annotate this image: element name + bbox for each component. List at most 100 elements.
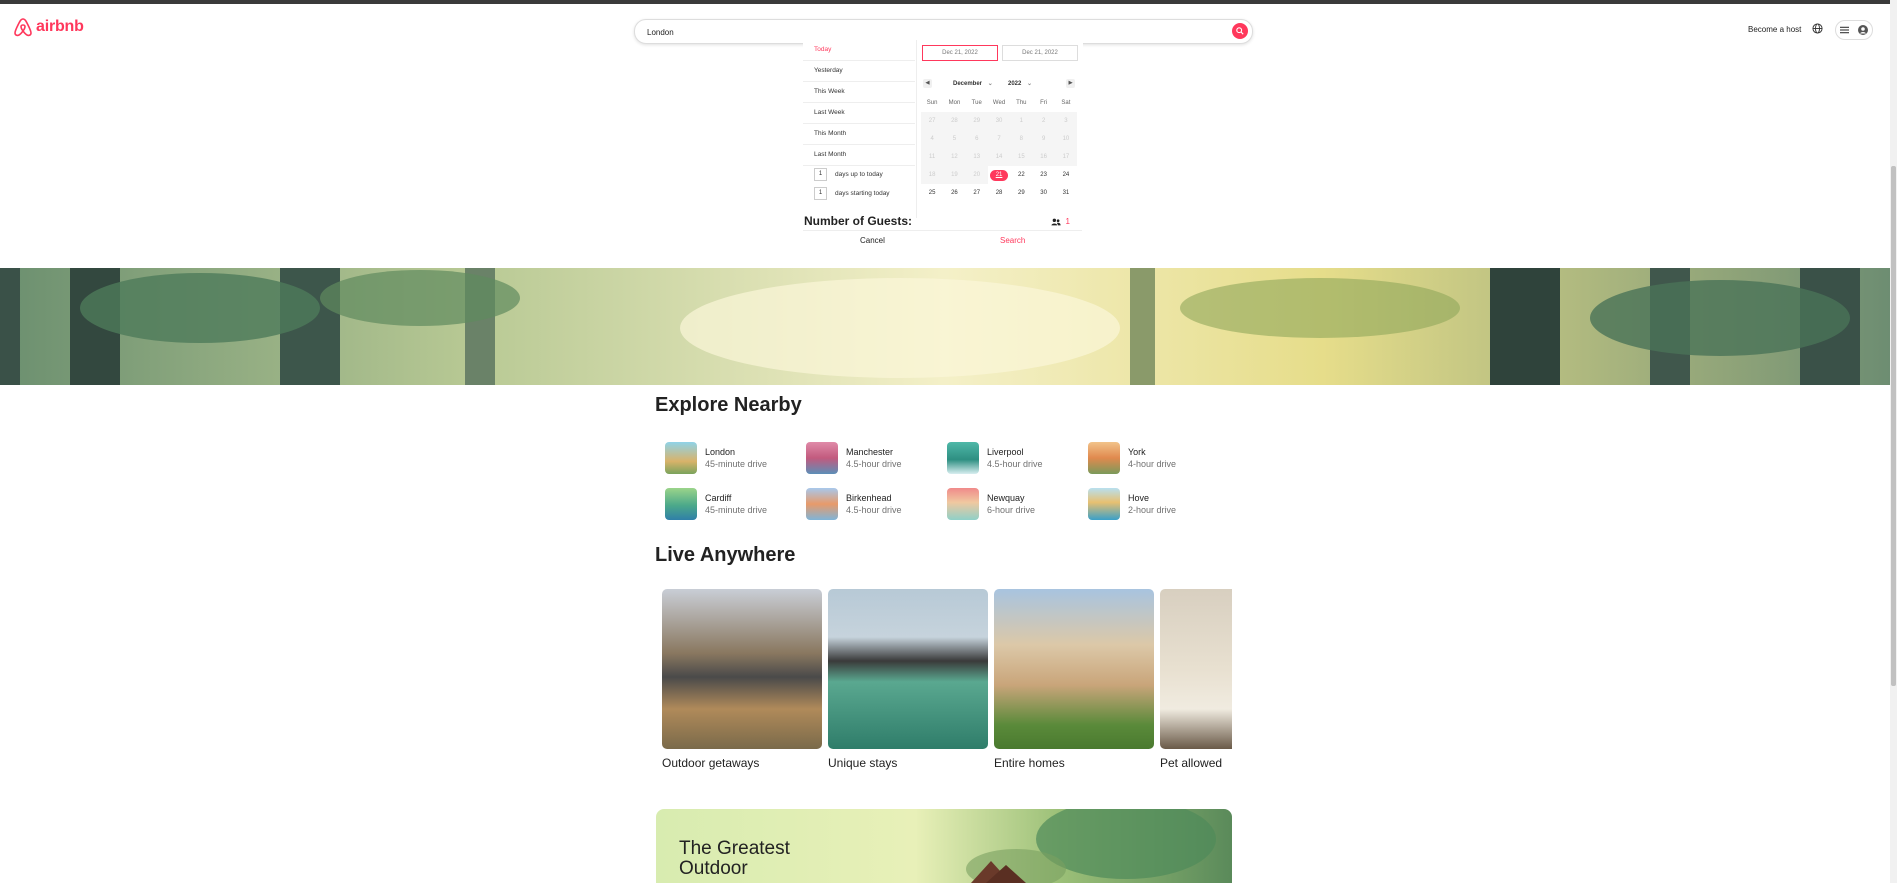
- calendar-day-selected[interactable]: 21: [988, 166, 1010, 184]
- place-thumbnail: [806, 488, 838, 520]
- category-label: Pet allowed: [1160, 756, 1223, 770]
- calendar-day[interactable]: 28: [988, 184, 1010, 202]
- weekday: Wed: [992, 100, 1006, 106]
- nearby-place[interactable]: Liverpool 4.5-hour drive: [947, 442, 1043, 474]
- days-start-input[interactable]: 1: [814, 187, 827, 200]
- category-card[interactable]: Entire homes: [994, 589, 1154, 770]
- category-card[interactable]: Pet allowed: [1160, 589, 1232, 770]
- place-thumbnail: [1088, 442, 1120, 474]
- range-yesterday[interactable]: Yesterday: [803, 61, 915, 82]
- cancel-button[interactable]: Cancel: [860, 236, 885, 245]
- range-last-month[interactable]: Last Month: [803, 145, 915, 166]
- search-input[interactable]: [645, 23, 1209, 41]
- guests-selector[interactable]: 1: [1050, 217, 1070, 226]
- place-distance: 45-minute drive: [705, 505, 768, 515]
- calendar-day[interactable]: 6: [965, 130, 988, 148]
- calendar-day[interactable]: 23: [1032, 166, 1054, 184]
- globe-icon[interactable]: [1812, 23, 1823, 34]
- calendar-day[interactable]: 8: [1010, 130, 1033, 148]
- calendar-day[interactable]: 12: [943, 148, 966, 166]
- days-up-to-today-row: 1 days up to today: [814, 168, 883, 181]
- nearby-place[interactable]: Birkenhead 4.5-hour drive: [806, 488, 902, 520]
- calendar-day[interactable]: 30: [987, 112, 1011, 130]
- calendar-day[interactable]: 9: [1032, 130, 1055, 148]
- category-card[interactable]: Unique stays: [828, 589, 988, 770]
- nearby-place[interactable]: Hove 2-hour drive: [1088, 488, 1176, 520]
- nearby-place[interactable]: Cardiff 45-minute drive: [665, 488, 767, 520]
- calendar-day[interactable]: 18: [921, 166, 944, 184]
- range-this-month[interactable]: This Month: [803, 124, 915, 145]
- calendar-day[interactable]: 19: [943, 166, 966, 184]
- year-select[interactable]: 2022 ⌄: [1008, 80, 1032, 87]
- days-up-input[interactable]: 1: [814, 168, 827, 181]
- place-distance: 45-minute drive: [705, 459, 768, 469]
- nearby-place[interactable]: London 45-minute drive: [665, 442, 767, 474]
- calendar-day[interactable]: 29: [1010, 184, 1032, 202]
- calendar-day[interactable]: 16: [1032, 148, 1055, 166]
- become-host-link[interactable]: Become a host: [1748, 25, 1801, 34]
- scrollbar-thumb[interactable]: [1891, 166, 1896, 686]
- calendar-day[interactable]: 27: [921, 112, 944, 130]
- search-button[interactable]: [1232, 23, 1248, 39]
- weekday: Thu: [1016, 100, 1027, 106]
- calendar-day[interactable]: 17: [1054, 148, 1078, 166]
- page-scrollbar[interactable]: [1890, 0, 1897, 883]
- range-last-week[interactable]: Last Week: [803, 103, 915, 124]
- place-name: London: [705, 447, 736, 457]
- month-select[interactable]: December ⌄: [953, 80, 993, 87]
- calendar-day[interactable]: 26: [943, 184, 965, 202]
- search-submit-button[interactable]: Search: [1000, 236, 1025, 245]
- calendar-day[interactable]: 3: [1054, 112, 1078, 130]
- calendar-day[interactable]: 29: [965, 112, 988, 130]
- banner-title: The Greatest Outdoor: [679, 838, 790, 879]
- category-label: Entire homes: [994, 756, 1065, 770]
- start-date-input[interactable]: Dec 21, 2022: [922, 45, 998, 61]
- weekday: Mon: [948, 100, 961, 106]
- search-icon: [1236, 27, 1244, 35]
- calendar-day[interactable]: 25: [921, 184, 943, 202]
- range-today[interactable]: Today: [803, 40, 915, 61]
- category-image: [828, 589, 988, 749]
- calendar-day[interactable]: 15: [1010, 148, 1033, 166]
- nearby-place[interactable]: York 4-hour drive: [1088, 442, 1176, 474]
- category-card[interactable]: Outdoor getaways: [662, 589, 822, 770]
- nearby-place[interactable]: Newquay 6-hour drive: [947, 488, 1035, 520]
- range-this-week[interactable]: This Week: [803, 82, 915, 103]
- calendar-day[interactable]: 20: [965, 166, 988, 184]
- calendar-day[interactable]: 22: [1010, 166, 1032, 184]
- profile-menu-button[interactable]: [1835, 20, 1873, 40]
- calendar-day[interactable]: 27: [966, 184, 988, 202]
- weekday: Fri: [1040, 100, 1048, 106]
- category-image: [662, 589, 822, 749]
- place-name: Newquay: [987, 493, 1025, 503]
- calendar-day[interactable]: 13: [965, 148, 988, 166]
- calendar-day[interactable]: 30: [1032, 184, 1054, 202]
- prev-month-icon[interactable]: ◀: [923, 79, 932, 88]
- calendar-day[interactable]: 10: [1054, 130, 1078, 148]
- calendar-day[interactable]: 4: [921, 130, 944, 148]
- airbnb-logo[interactable]: airbnb: [14, 17, 84, 37]
- nearby-place[interactable]: Manchester 4.5-hour drive: [806, 442, 902, 474]
- user-icon: [1857, 25, 1868, 35]
- calendar-day[interactable]: 2: [1032, 112, 1055, 130]
- calendar-day[interactable]: 5: [943, 130, 966, 148]
- selected-day-label: 21: [990, 169, 1009, 181]
- calendar-day[interactable]: 7: [987, 130, 1011, 148]
- outdoor-promo-banner[interactable]: The Greatest Outdoor: [656, 809, 1232, 883]
- calendar-day[interactable]: 1: [1010, 112, 1033, 130]
- calendar-day[interactable]: 11: [921, 148, 944, 166]
- place-distance: 2-hour drive: [1128, 505, 1177, 515]
- end-date-input[interactable]: Dec 21, 2022: [1002, 45, 1078, 61]
- year-label: 2022: [1008, 81, 1022, 87]
- weekday: Sat: [1061, 100, 1071, 106]
- calendar: Dec 21, 2022 Dec 21, 2022 ◀ December ⌄ 2…: [916, 40, 1083, 218]
- calendar-day[interactable]: 14: [987, 148, 1011, 166]
- place-thumbnail: [947, 442, 979, 474]
- next-month-icon[interactable]: ▶: [1066, 79, 1075, 88]
- guests-count: 1: [1065, 217, 1070, 226]
- place-distance: 4-hour drive: [1128, 459, 1177, 469]
- calendar-day[interactable]: 28: [943, 112, 966, 130]
- calendar-day[interactable]: 31: [1055, 184, 1077, 202]
- place-thumbnail: [1088, 488, 1120, 520]
- calendar-day[interactable]: 24: [1055, 166, 1077, 184]
